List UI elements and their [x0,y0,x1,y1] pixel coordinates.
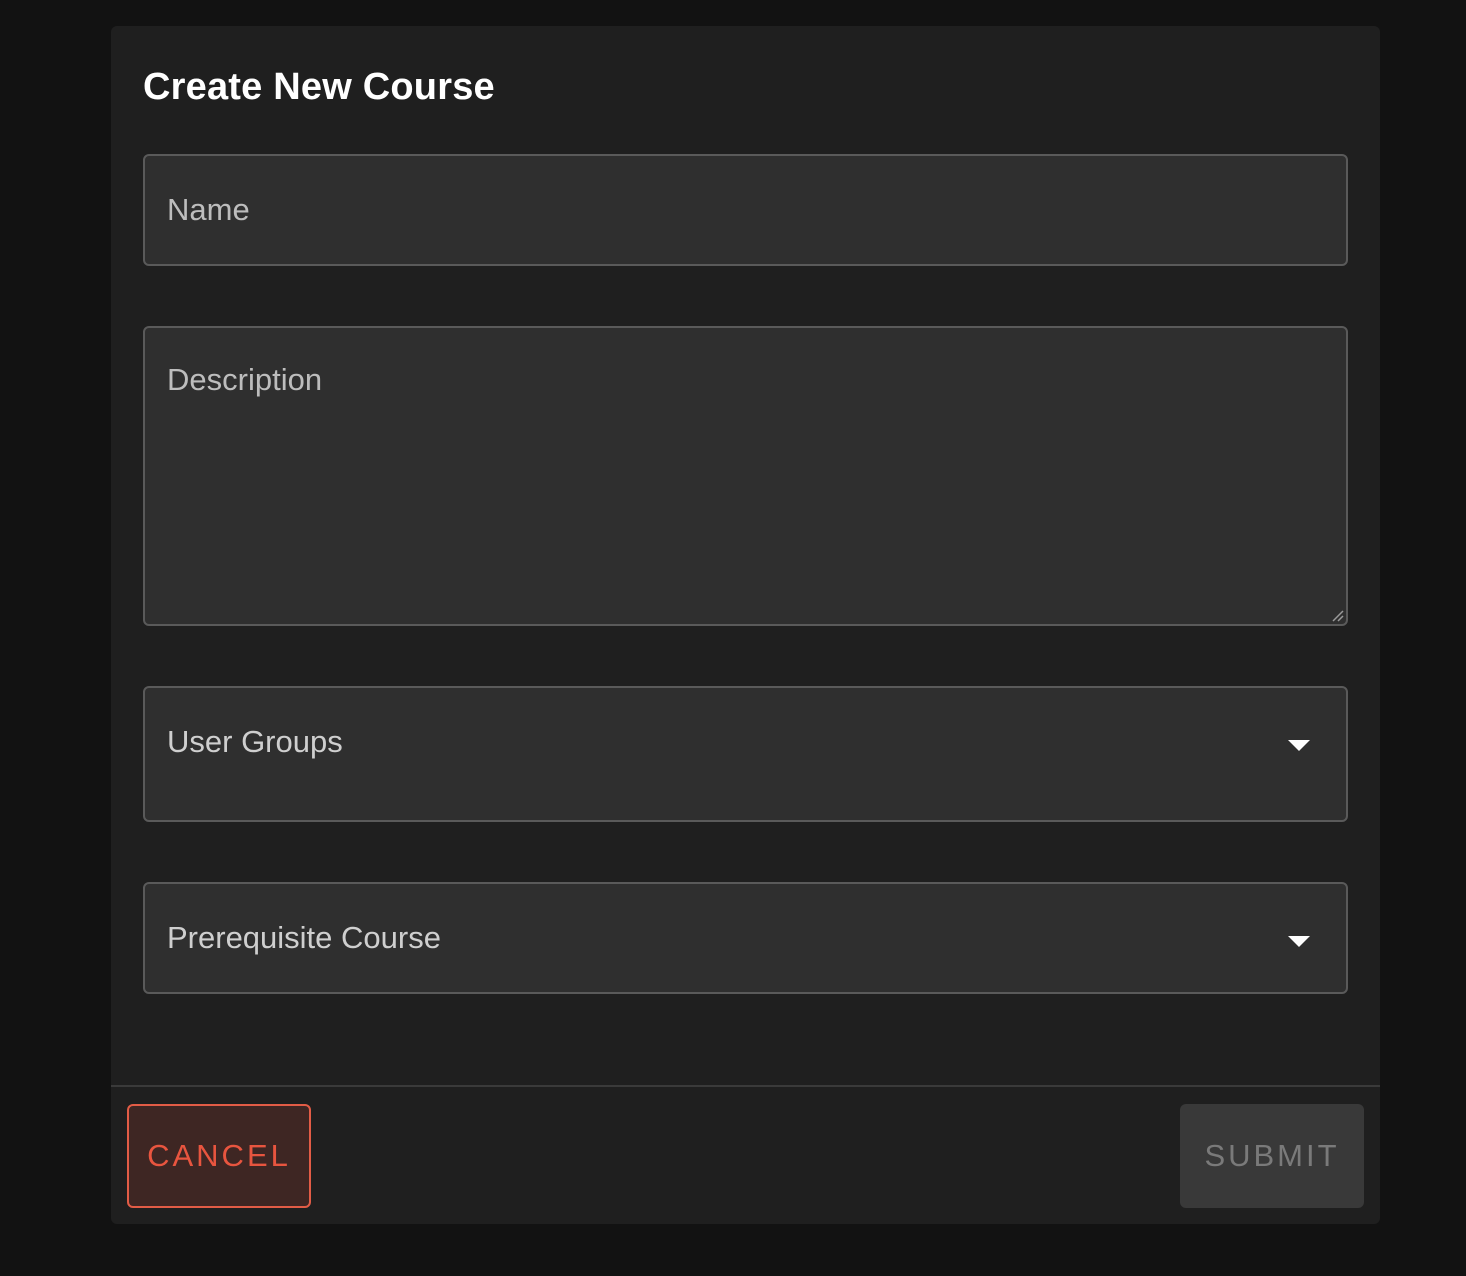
description-input[interactable] [145,328,1346,624]
create-course-dialog: Create New Course User Groups Prerequisi… [111,26,1380,1224]
dialog-title: Create New Course [143,66,495,108]
description-field[interactable] [143,326,1348,626]
prerequisite-course-select[interactable]: Prerequisite Course [143,882,1348,994]
caret-down-icon[interactable] [1288,936,1310,947]
name-field[interactable] [143,154,1348,266]
user-groups-label: User Groups [167,724,343,759]
prerequisite-course-label: Prerequisite Course [167,920,441,955]
resize-handle-icon[interactable] [1330,608,1344,622]
user-groups-select[interactable]: User Groups [143,686,1348,822]
name-input[interactable] [145,156,1346,264]
actions-divider [111,1085,1380,1087]
submit-button[interactable]: SUBMIT [1180,1104,1364,1208]
caret-down-icon[interactable] [1288,740,1310,751]
cancel-button[interactable]: CANCEL [127,1104,311,1208]
